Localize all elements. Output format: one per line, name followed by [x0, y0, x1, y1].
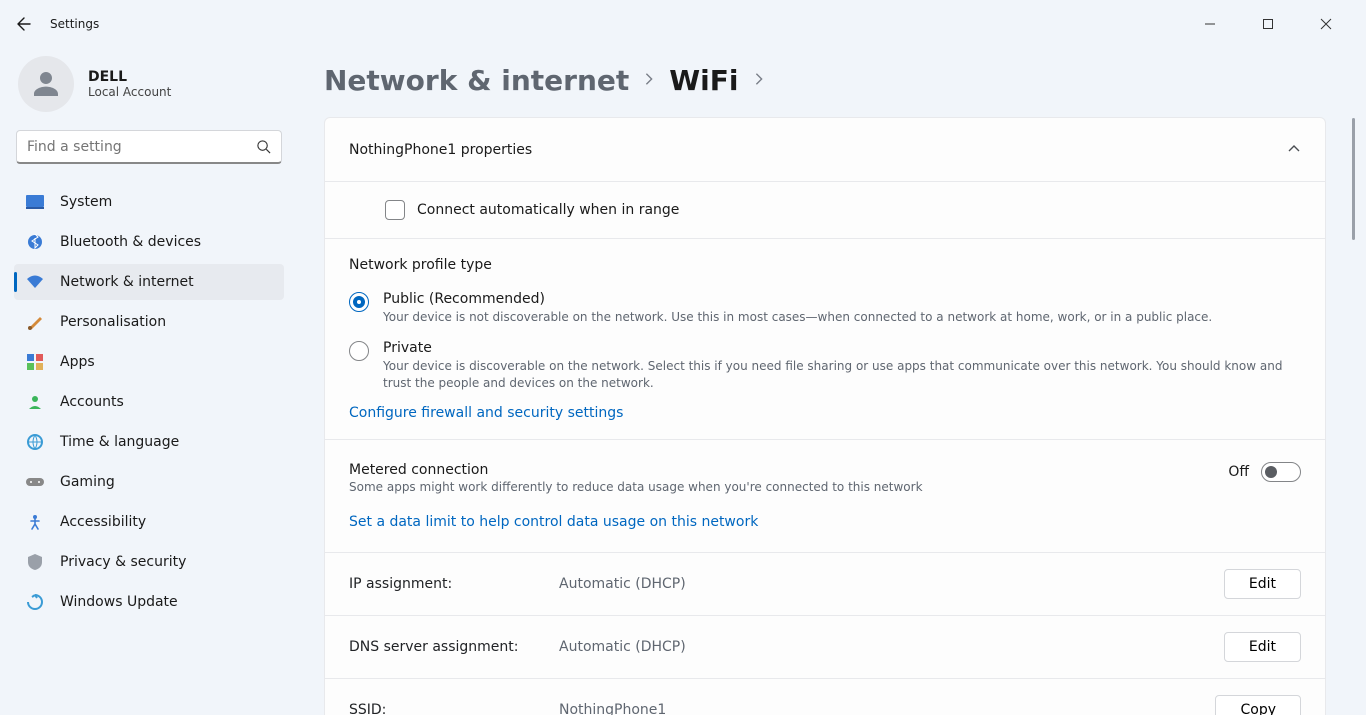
- chevron-right-icon: [753, 71, 765, 90]
- radio-private-title: Private: [383, 340, 1301, 356]
- nav-accessibility[interactable]: Accessibility: [14, 504, 284, 540]
- accessibility-icon: [26, 513, 44, 531]
- app-title: Settings: [50, 17, 99, 31]
- maximize-button[interactable]: [1246, 9, 1290, 39]
- sidebar: DELL Local Account System Bluetooth & de…: [0, 48, 300, 715]
- metered-state: Off: [1228, 464, 1249, 480]
- nav-label: Windows Update: [60, 594, 178, 610]
- back-button[interactable]: [8, 8, 40, 40]
- nav-label: Privacy & security: [60, 554, 186, 570]
- ip-label: IP assignment:: [349, 576, 559, 592]
- profile-header: Network profile type: [349, 257, 1301, 273]
- search-input[interactable]: [27, 139, 256, 155]
- firewall-link[interactable]: Configure firewall and security settings: [349, 405, 1301, 421]
- nav-label: Network & internet: [60, 274, 194, 290]
- apps-icon: [26, 353, 44, 371]
- shield-icon: [26, 553, 44, 571]
- metered-toggle[interactable]: [1261, 462, 1301, 482]
- nav-accounts[interactable]: Accounts: [14, 384, 284, 420]
- nav-label: Bluetooth & devices: [60, 234, 201, 250]
- nav-label: Accounts: [60, 394, 124, 410]
- ip-row: IP assignment: Automatic (DHCP) Edit: [325, 553, 1325, 616]
- autoconnect-label: Connect automatically when in range: [417, 202, 679, 218]
- radio-public-row[interactable]: Public (Recommended) Your device is not …: [349, 291, 1301, 326]
- nav: System Bluetooth & devices Network & int…: [14, 184, 284, 620]
- minimize-icon: [1204, 18, 1216, 30]
- globe-icon: [26, 433, 44, 451]
- search-box[interactable]: [16, 130, 282, 164]
- window-controls: [1188, 9, 1358, 39]
- search-icon: [256, 139, 271, 154]
- ip-value: Automatic (DHCP): [559, 576, 1224, 592]
- autoconnect-checkbox[interactable]: [385, 200, 405, 220]
- scrollbar-thumb[interactable]: [1352, 118, 1355, 240]
- radio-private-desc: Your device is discoverable on the netwo…: [383, 358, 1301, 392]
- nav-time[interactable]: Time & language: [14, 424, 284, 460]
- nav-network[interactable]: Network & internet: [14, 264, 284, 300]
- chevron-right-icon: [643, 71, 655, 90]
- maximize-icon: [1262, 18, 1274, 30]
- wifi-icon: [26, 273, 44, 291]
- account-icon: [26, 393, 44, 411]
- radio-public-title: Public (Recommended): [383, 291, 1212, 307]
- brush-icon: [26, 313, 44, 331]
- minimize-button[interactable]: [1188, 9, 1232, 39]
- titlebar: Settings: [0, 0, 1366, 48]
- properties-panel: NothingPhone1 properties Connect automat…: [324, 117, 1326, 715]
- bluetooth-icon: [26, 233, 44, 251]
- user-sub: Local Account: [88, 85, 171, 99]
- nav-bluetooth[interactable]: Bluetooth & devices: [14, 224, 284, 260]
- close-icon: [1320, 18, 1332, 30]
- person-icon: [30, 68, 62, 100]
- content: Network & internet WiFi NothingPhone1 pr…: [300, 48, 1366, 715]
- dns-row: DNS server assignment: Automatic (DHCP) …: [325, 616, 1325, 679]
- nav-apps[interactable]: Apps: [14, 344, 284, 380]
- dns-label: DNS server assignment:: [349, 639, 559, 655]
- panel-title: NothingPhone1 properties: [349, 142, 532, 158]
- chevron-up-icon: [1287, 142, 1301, 158]
- update-icon: [26, 593, 44, 611]
- radio-private[interactable]: [349, 341, 369, 361]
- ssid-value: NothingPhone1: [559, 702, 1215, 715]
- gamepad-icon: [26, 473, 44, 491]
- nav-label: Personalisation: [60, 314, 166, 330]
- radio-public-desc: Your device is not discoverable on the n…: [383, 309, 1212, 326]
- nav-system[interactable]: System: [14, 184, 284, 220]
- ssid-row: SSID: NothingPhone1 Copy: [325, 679, 1325, 715]
- close-button[interactable]: [1304, 9, 1348, 39]
- ssid-copy-button[interactable]: Copy: [1215, 695, 1301, 715]
- panel-header[interactable]: NothingPhone1 properties: [325, 118, 1325, 182]
- ssid-label: SSID:: [349, 702, 559, 715]
- metered-section: Metered connection Some apps might work …: [325, 440, 1325, 553]
- breadcrumb-leaf[interactable]: WiFi: [669, 64, 738, 97]
- dns-edit-button[interactable]: Edit: [1224, 632, 1301, 662]
- breadcrumb-root[interactable]: Network & internet: [324, 64, 629, 97]
- ip-edit-button[interactable]: Edit: [1224, 569, 1301, 599]
- user-name: DELL: [88, 69, 171, 85]
- arrow-left-icon: [16, 16, 32, 32]
- metered-title: Metered connection: [349, 462, 1228, 478]
- breadcrumbs: Network & internet WiFi: [324, 64, 1326, 97]
- datalimit-link[interactable]: Set a data limit to help control data us…: [349, 514, 1301, 530]
- nav-label: System: [60, 194, 112, 210]
- display-icon: [26, 193, 44, 211]
- nav-label: Time & language: [60, 434, 179, 450]
- nav-label: Apps: [60, 354, 95, 370]
- dns-value: Automatic (DHCP): [559, 639, 1224, 655]
- nav-personalisation[interactable]: Personalisation: [14, 304, 284, 340]
- metered-desc: Some apps might work differently to redu…: [349, 480, 1228, 494]
- radio-private-row[interactable]: Private Your device is discoverable on t…: [349, 340, 1301, 392]
- nav-update[interactable]: Windows Update: [14, 584, 284, 620]
- nav-gaming[interactable]: Gaming: [14, 464, 284, 500]
- user-profile[interactable]: DELL Local Account: [14, 56, 284, 128]
- avatar: [18, 56, 74, 112]
- nav-privacy[interactable]: Privacy & security: [14, 544, 284, 580]
- nav-label: Accessibility: [60, 514, 146, 530]
- nav-label: Gaming: [60, 474, 115, 490]
- profile-section: Network profile type Public (Recommended…: [325, 239, 1325, 440]
- radio-public[interactable]: [349, 292, 369, 312]
- autoconnect-section: Connect automatically when in range: [325, 182, 1325, 239]
